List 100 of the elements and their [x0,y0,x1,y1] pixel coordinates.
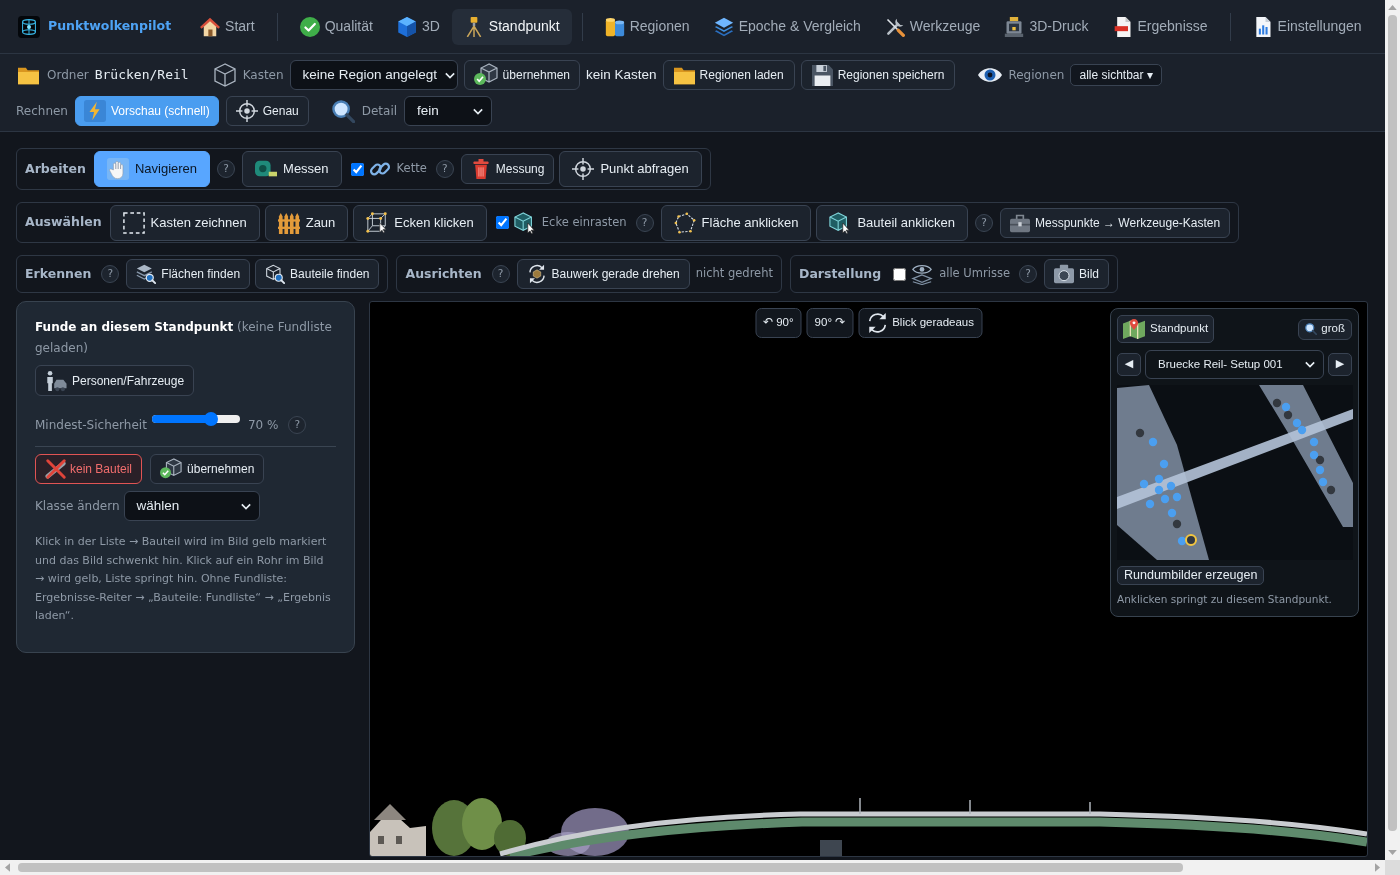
station-marker[interactable] [1318,477,1328,487]
tool-button[interactable]: Ecken klicken [353,204,487,241]
action-button[interactable]: Messung [460,154,555,184]
view-button[interactable]: ↶ 90° [755,308,802,338]
right-arrow-icon[interactable] [1375,863,1380,872]
next-button[interactable]: ▶ [1328,353,1352,376]
station-marker[interactable] [1145,499,1155,509]
tool-button[interactable]: Bauteil anklicken [816,204,968,241]
tool-button[interactable]: Messen [242,151,342,187]
tool-button[interactable]: Fläche anklicken [660,204,812,241]
checkbox[interactable] [350,162,364,176]
nav-tab[interactable]: Standpunkt [451,8,572,45]
nav-tab[interactable]: 3D-Druck [992,8,1101,45]
station-marker[interactable] [1148,437,1158,447]
no-component-button[interactable]: kein Bauteil [35,454,143,484]
regions-label: Regionen [1008,67,1065,84]
compute-label: Rechnen [16,103,68,120]
nav-tab[interactable]: Epoche & Vergleich [701,8,873,45]
nav-tab[interactable]: Regionen [592,8,702,45]
previous-button[interactable]: ◀ [1117,353,1141,376]
chevron-down-icon [444,71,455,79]
detail-select[interactable]: fein [404,96,493,126]
save-regions-button[interactable]: Regionen speichern [800,60,956,90]
chevron-down-icon [473,107,484,115]
nav-tab[interactable]: Start [188,8,267,45]
view-button[interactable]: 90° ↷ [806,308,854,338]
enlarge-button[interactable]: groß [1298,318,1352,340]
station-marker[interactable] [1139,479,1149,489]
panorama-button[interactable]: Rundumbilder erzeugen [1117,566,1265,585]
station-marker[interactable] [1315,465,1325,475]
horizontal-scrollbar[interactable] [0,860,1385,875]
station-marker[interactable] [1154,485,1164,495]
nav-tab[interactable]: Einstellungen [1240,8,1374,45]
confidence-slider[interactable] [151,412,240,426]
station-marker[interactable] [1154,474,1164,484]
group-title: Arbeiten [25,159,86,178]
station-marker[interactable] [1160,494,1170,504]
station-select[interactable]: Bruecke Reil- Setup 001 [1145,350,1324,379]
help-button[interactable]: ? [435,160,454,178]
up-arrow-icon[interactable] [1388,5,1397,10]
station-marker[interactable] [1292,418,1302,428]
vertical-scrollbar[interactable] [1385,0,1400,860]
help-button[interactable]: ? [635,213,654,232]
down-arrow-icon[interactable] [1388,850,1397,855]
station-marker[interactable] [1272,398,1282,408]
tool-button[interactable]: Kasten zeichnen [109,204,260,241]
checkbox[interactable] [495,216,509,229]
chevron-down-icon [1305,361,1315,368]
current-station-marker[interactable] [1185,534,1197,546]
nav-tab[interactable]: Ergebnisse [1100,8,1220,45]
view-button[interactable]: Blick geradeaus [858,308,982,338]
region-select[interactable]: keine Region angelegt [289,60,458,90]
action-button[interactable]: Bild [1043,259,1109,289]
station-marker[interactable] [1172,492,1182,502]
mode-button[interactable]: Genau [225,96,309,126]
nav-tab[interactable]: Qualität [287,8,385,45]
help-button[interactable]: ? [1018,265,1037,283]
lightning-icon [84,100,106,122]
apply-button[interactable]: übernehmen [463,60,580,90]
scrollbar-thumb[interactable] [18,863,1183,872]
station-marker[interactable] [1166,481,1176,491]
station-marker[interactable] [1281,402,1291,412]
station-marker[interactable] [1297,425,1307,435]
help-button[interactable]: ? [101,265,120,283]
filter-button[interactable]: Personen/Fahrzeuge [35,365,195,396]
station-marker[interactable] [1167,508,1177,518]
station-marker[interactable] [1315,455,1325,465]
station-marker[interactable] [1326,485,1336,495]
nav-tab[interactable]: 3D [384,8,452,45]
class-select[interactable]: wählen [123,491,260,521]
action-button[interactable]: Bauwerk gerade drehen [516,259,690,289]
load-regions-button[interactable]: Regionen laden [662,60,795,90]
station-marker[interactable] [1283,410,1293,420]
tool-button[interactable]: Zaun [264,204,349,241]
tool-button[interactable]: Navigieren [93,151,211,187]
visibility-dropdown[interactable]: alle sichtbar ▾ [1070,64,1162,86]
slider-thumb[interactable] [203,412,218,426]
station-marker[interactable] [1172,519,1182,529]
station-marker[interactable] [1309,450,1319,460]
action-button[interactable]: Flächen finden [126,259,251,289]
action-button[interactable]: Bauteile finden [255,259,380,289]
left-arrow-icon[interactable] [5,863,10,872]
station-marker[interactable] [1309,437,1319,447]
apply-button[interactable]: übernehmen [150,454,265,484]
scrollbar-thumb[interactable] [1388,15,1397,831]
nav-tab[interactable]: Werkzeuge [872,8,993,45]
layers-search-icon [136,264,157,284]
minimap[interactable] [1117,385,1353,560]
station-button[interactable]: Standpunkt [1117,315,1215,343]
help-button[interactable]: ? [491,265,510,283]
point-cloud-view[interactable]: ↶ 90° 90° ↷ Blick geradeaus Standpunkt groß ◀ Bruecke Reil- Setup 001 ▶ Rundumbilder erzeugen Anklicken springt zu diesem Standpunkt. [369,301,1368,857]
station-marker[interactable] [1135,428,1145,438]
help-button[interactable]: ? [217,160,236,178]
help-button[interactable]: ? [288,416,307,434]
station-marker[interactable] [1177,536,1187,546]
help-button[interactable]: ? [975,213,993,232]
tool-button[interactable]: Punkt abfragen [559,151,702,187]
action-button[interactable]: Messpunkte → Werkzeuge-Kasten [1000,207,1231,238]
checkbox[interactable] [893,267,907,281]
station-marker[interactable] [1159,459,1169,469]
